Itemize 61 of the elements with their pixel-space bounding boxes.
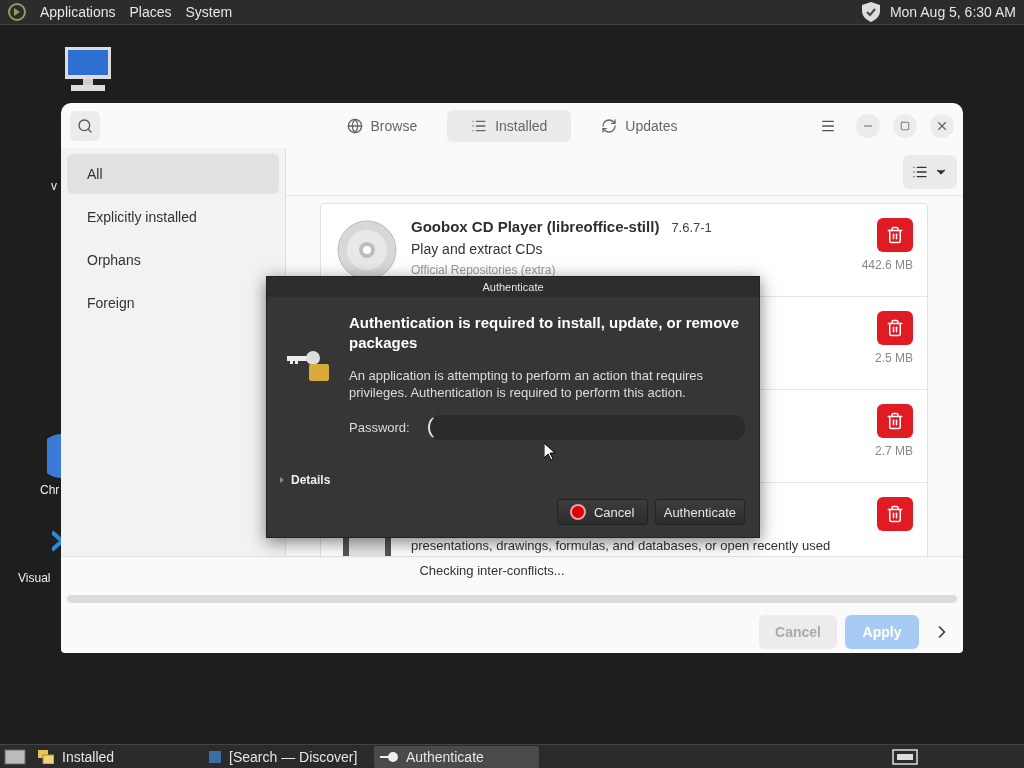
clock[interactable]: Mon Aug 5, 6:30 AM: [889, 4, 1016, 20]
dialog-message: An application is attempting to perform an action that requires privileges. Authentication is required to perform this action.: [349, 367, 705, 401]
sidebar-item[interactable]: Orphans: [67, 240, 279, 280]
remove-button[interactable]: [877, 311, 913, 345]
code-editor-icon[interactable]: [52, 530, 62, 552]
taskbar-item[interactable]: Installed: [32, 745, 197, 768]
distro-logo-icon[interactable]: [8, 3, 26, 21]
desktop-icon-label[interactable]: Chr: [40, 483, 60, 497]
trash-icon: [886, 226, 904, 244]
package-version: 7.6.7-1: [671, 220, 712, 235]
key-icon: [380, 751, 398, 762]
view-tab[interactable]: Browse: [342, 109, 422, 142]
refresh-icon: [601, 117, 618, 134]
cancel-button[interactable]: Cancel: [556, 499, 648, 525]
window-icon: [209, 750, 221, 763]
taskbar-item[interactable]: [Search — Discover]: [203, 745, 368, 768]
trash-icon: [886, 505, 904, 523]
package-size: 2.7 MB: [875, 444, 913, 458]
expander-arrow-icon: [279, 477, 285, 483]
authenticate-button[interactable]: Authenticate: [654, 499, 745, 525]
package-name: Goobox CD Player (libreoffice-still): [411, 218, 660, 235]
package-size: 2.5 MB: [875, 351, 913, 365]
shield-icon[interactable]: [861, 2, 880, 22]
key-lock-icon: [287, 351, 329, 381]
show-desktop-icon[interactable]: [4, 747, 26, 766]
panel-menu[interactable]: Places: [129, 4, 172, 20]
sidebar-item[interactable]: Explicitly installed: [67, 197, 279, 237]
package-description: presentations, drawings, formulas, and databases, or open recently used: [411, 539, 832, 553]
taskbar-item[interactable]: Authenticate: [374, 745, 539, 768]
dialog-heading: Authentication is required to install, update, or remove packages: [349, 313, 741, 353]
password-label: Password:: [349, 420, 410, 435]
dialog-title: Authenticate: [267, 277, 759, 297]
package-description: Play and extract CDs: [411, 241, 544, 257]
view-tab[interactable]: Installed: [447, 109, 572, 142]
folders-icon: [38, 749, 54, 764]
remove-button[interactable]: [877, 218, 913, 252]
desktop-icon-label[interactable]: v: [51, 179, 57, 193]
stop-icon: [570, 504, 586, 520]
search-button[interactable]: [70, 110, 100, 141]
desktop-icon-label[interactable]: Visual: [18, 571, 51, 585]
maximize-icon: [900, 120, 910, 131]
trash-icon: [886, 412, 904, 430]
remove-button[interactable]: [877, 404, 913, 438]
view-options-button[interactable]: [903, 154, 957, 189]
password-field[interactable]: [427, 415, 745, 440]
panel-menu[interactable]: Applications: [40, 4, 116, 20]
trash-icon: [886, 319, 904, 337]
package-source: Official Repositories (extra): [411, 263, 557, 277]
mouse-cursor-icon: [544, 443, 556, 461]
panel-menu[interactable]: System: [185, 4, 233, 20]
search-icon: [77, 117, 93, 134]
view-tab[interactable]: Updates: [597, 109, 682, 142]
remove-button[interactable]: [877, 497, 913, 531]
globe-icon: [346, 117, 363, 134]
maximize-button[interactable]: [893, 113, 917, 138]
sidebar-item[interactable]: All: [67, 154, 279, 194]
status-text: Checking inter-conflicts...: [419, 563, 565, 578]
keyboard-icon[interactable]: [892, 748, 918, 765]
package-size: 442.6 MB: [861, 258, 913, 272]
details-expander[interactable]: Details: [279, 473, 331, 487]
close-button[interactable]: [930, 113, 954, 138]
